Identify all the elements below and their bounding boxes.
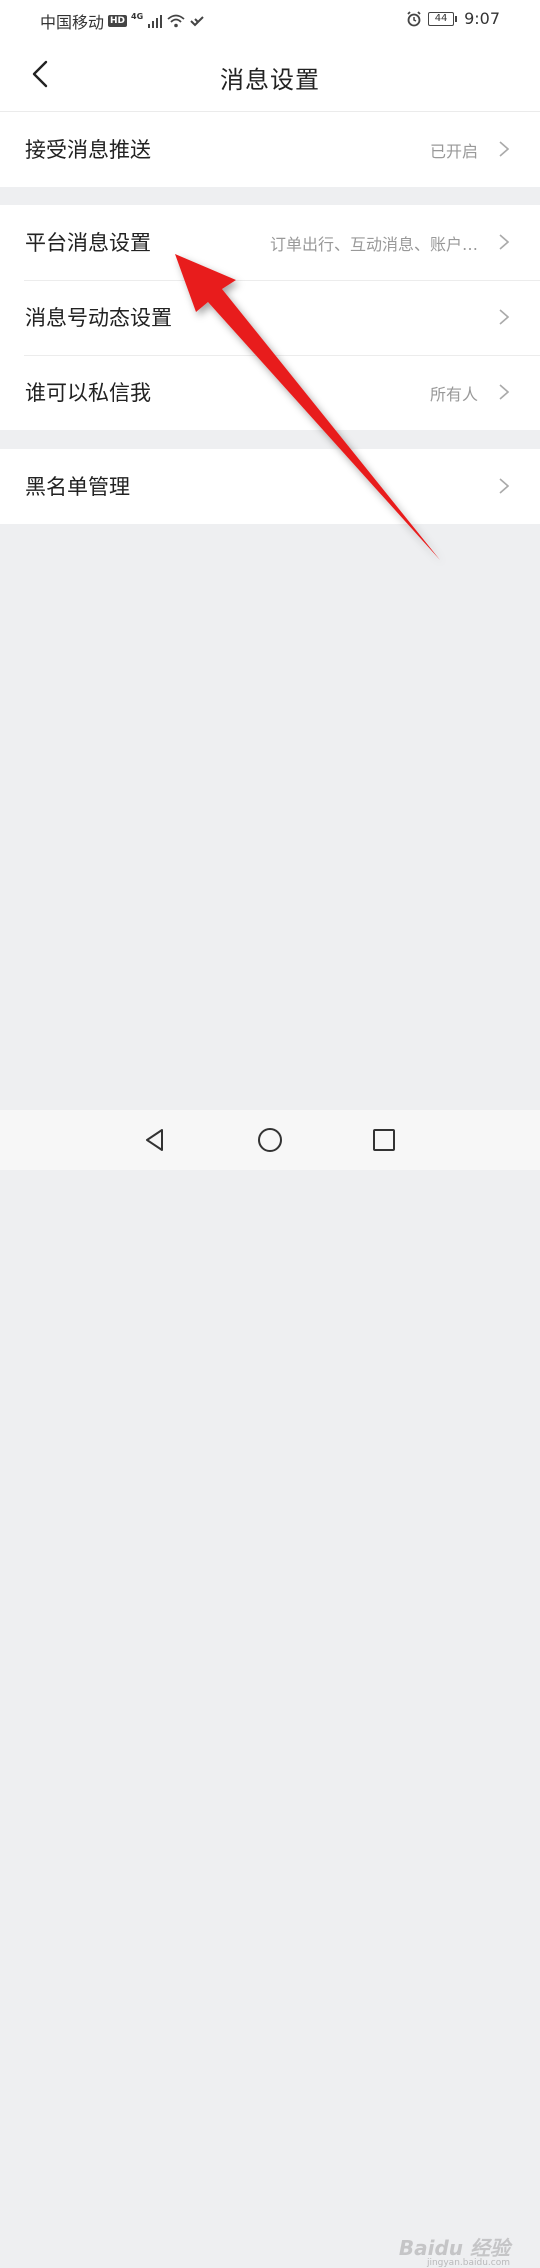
chevron-right-icon [499, 478, 510, 494]
alarm-icon [407, 10, 421, 26]
chevron-right-icon [499, 384, 510, 400]
row-label: 接受消息推送 [25, 138, 151, 162]
wifi-icon [167, 14, 185, 28]
settings-group-push: 接受消息推送 已开启 [0, 112, 540, 187]
clock: 9:07 [464, 9, 500, 28]
row-value: 已开启 [429, 142, 478, 161]
row-value: 所有人 [429, 385, 478, 404]
battery-indicator: 44 [428, 11, 458, 26]
home-circle-icon[interactable] [255, 1125, 285, 1155]
row-account-dynamic-settings[interactable]: 消息号动态设置 [0, 280, 540, 355]
system-nav-bar: Baidu 经验 jingyan.baidu.com [0, 1110, 540, 2268]
row-value: 订单出行、互动消息、账户… [269, 235, 478, 254]
back-triangle-icon[interactable] [140, 1125, 170, 1155]
row-label: 消息号动态设置 [25, 306, 172, 330]
chevron-right-icon [499, 309, 510, 325]
network-type: 4G [131, 11, 144, 21]
hd-badge: HD [108, 15, 128, 27]
data-transfer-icon [190, 16, 204, 27]
row-label: 谁可以私信我 [25, 381, 151, 405]
row-who-can-message-me[interactable]: 谁可以私信我 所有人 [0, 355, 540, 430]
nav-header: 消息设置 [0, 38, 540, 112]
row-label: 平台消息设置 [25, 231, 151, 255]
signal-icon [148, 15, 163, 28]
status-right: 44 9:07 [406, 9, 500, 28]
page-title: 消息设置 [220, 66, 320, 94]
watermark-brand: Baidu 经验 [398, 2236, 510, 2260]
chevron-right-icon [499, 141, 510, 157]
recents-square-icon[interactable] [369, 1125, 399, 1155]
carrier-name: 中国移动 [40, 13, 105, 32]
row-platform-message-settings[interactable]: 平台消息设置 订单出行、互动消息、账户… [0, 205, 540, 280]
row-blacklist-management[interactable]: 黑名单管理 [0, 449, 540, 524]
chevron-right-icon [499, 234, 510, 250]
settings-group-messages: 平台消息设置 订单出行、互动消息、账户… 消息号动态设置 谁可以私信我 所有人 [0, 205, 540, 430]
watermark-url: jingyan.baidu.com [426, 2258, 510, 2268]
row-label: 黑名单管理 [25, 475, 130, 499]
status-left: 中国移动 HD 4G [40, 9, 205, 33]
settings-group-blacklist: 黑名单管理 [0, 449, 540, 524]
row-receive-push[interactable]: 接受消息推送 已开启 [0, 112, 540, 187]
status-bar: 中国移动 HD 4G 44 9:07 [0, 0, 540, 38]
